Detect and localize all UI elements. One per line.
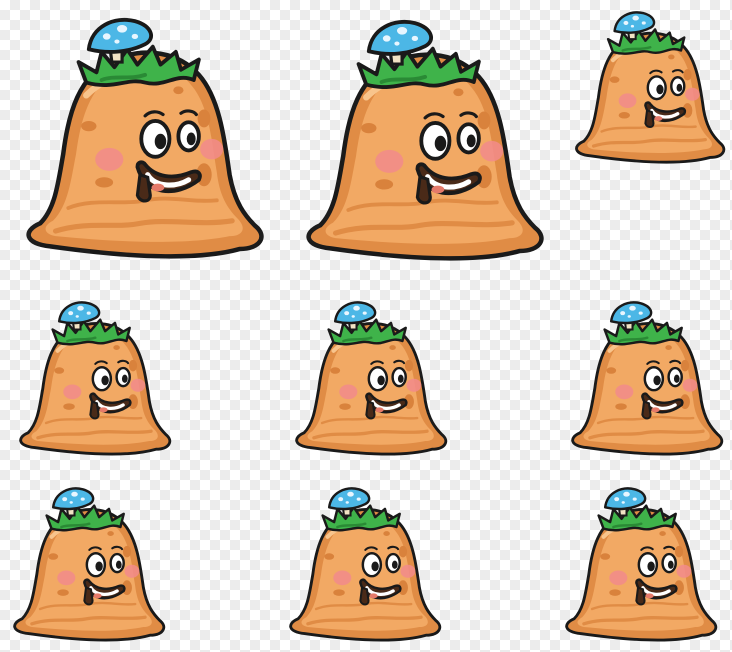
slime-monster-icon [280, 486, 444, 650]
slime-monster-icon [286, 300, 450, 464]
slime-frame-2 [292, 18, 548, 274]
slime-monster-icon [10, 300, 174, 464]
slime-frame-5 [286, 300, 450, 464]
slime-frame-4 [10, 300, 174, 464]
slime-monster-icon [4, 486, 168, 650]
slime-monster-icon [292, 18, 548, 274]
slime-monster-icon [556, 486, 720, 650]
slime-monster-icon [566, 10, 728, 172]
slime-frame-9 [556, 486, 720, 650]
slime-frame-6 [562, 300, 726, 464]
slime-frame-7 [4, 486, 168, 650]
slime-frame-8 [280, 486, 444, 650]
slime-frame-1 [12, 16, 268, 272]
slime-frame-3 [566, 10, 728, 172]
slime-monster-icon [12, 16, 268, 272]
slime-monster-icon [562, 300, 726, 464]
